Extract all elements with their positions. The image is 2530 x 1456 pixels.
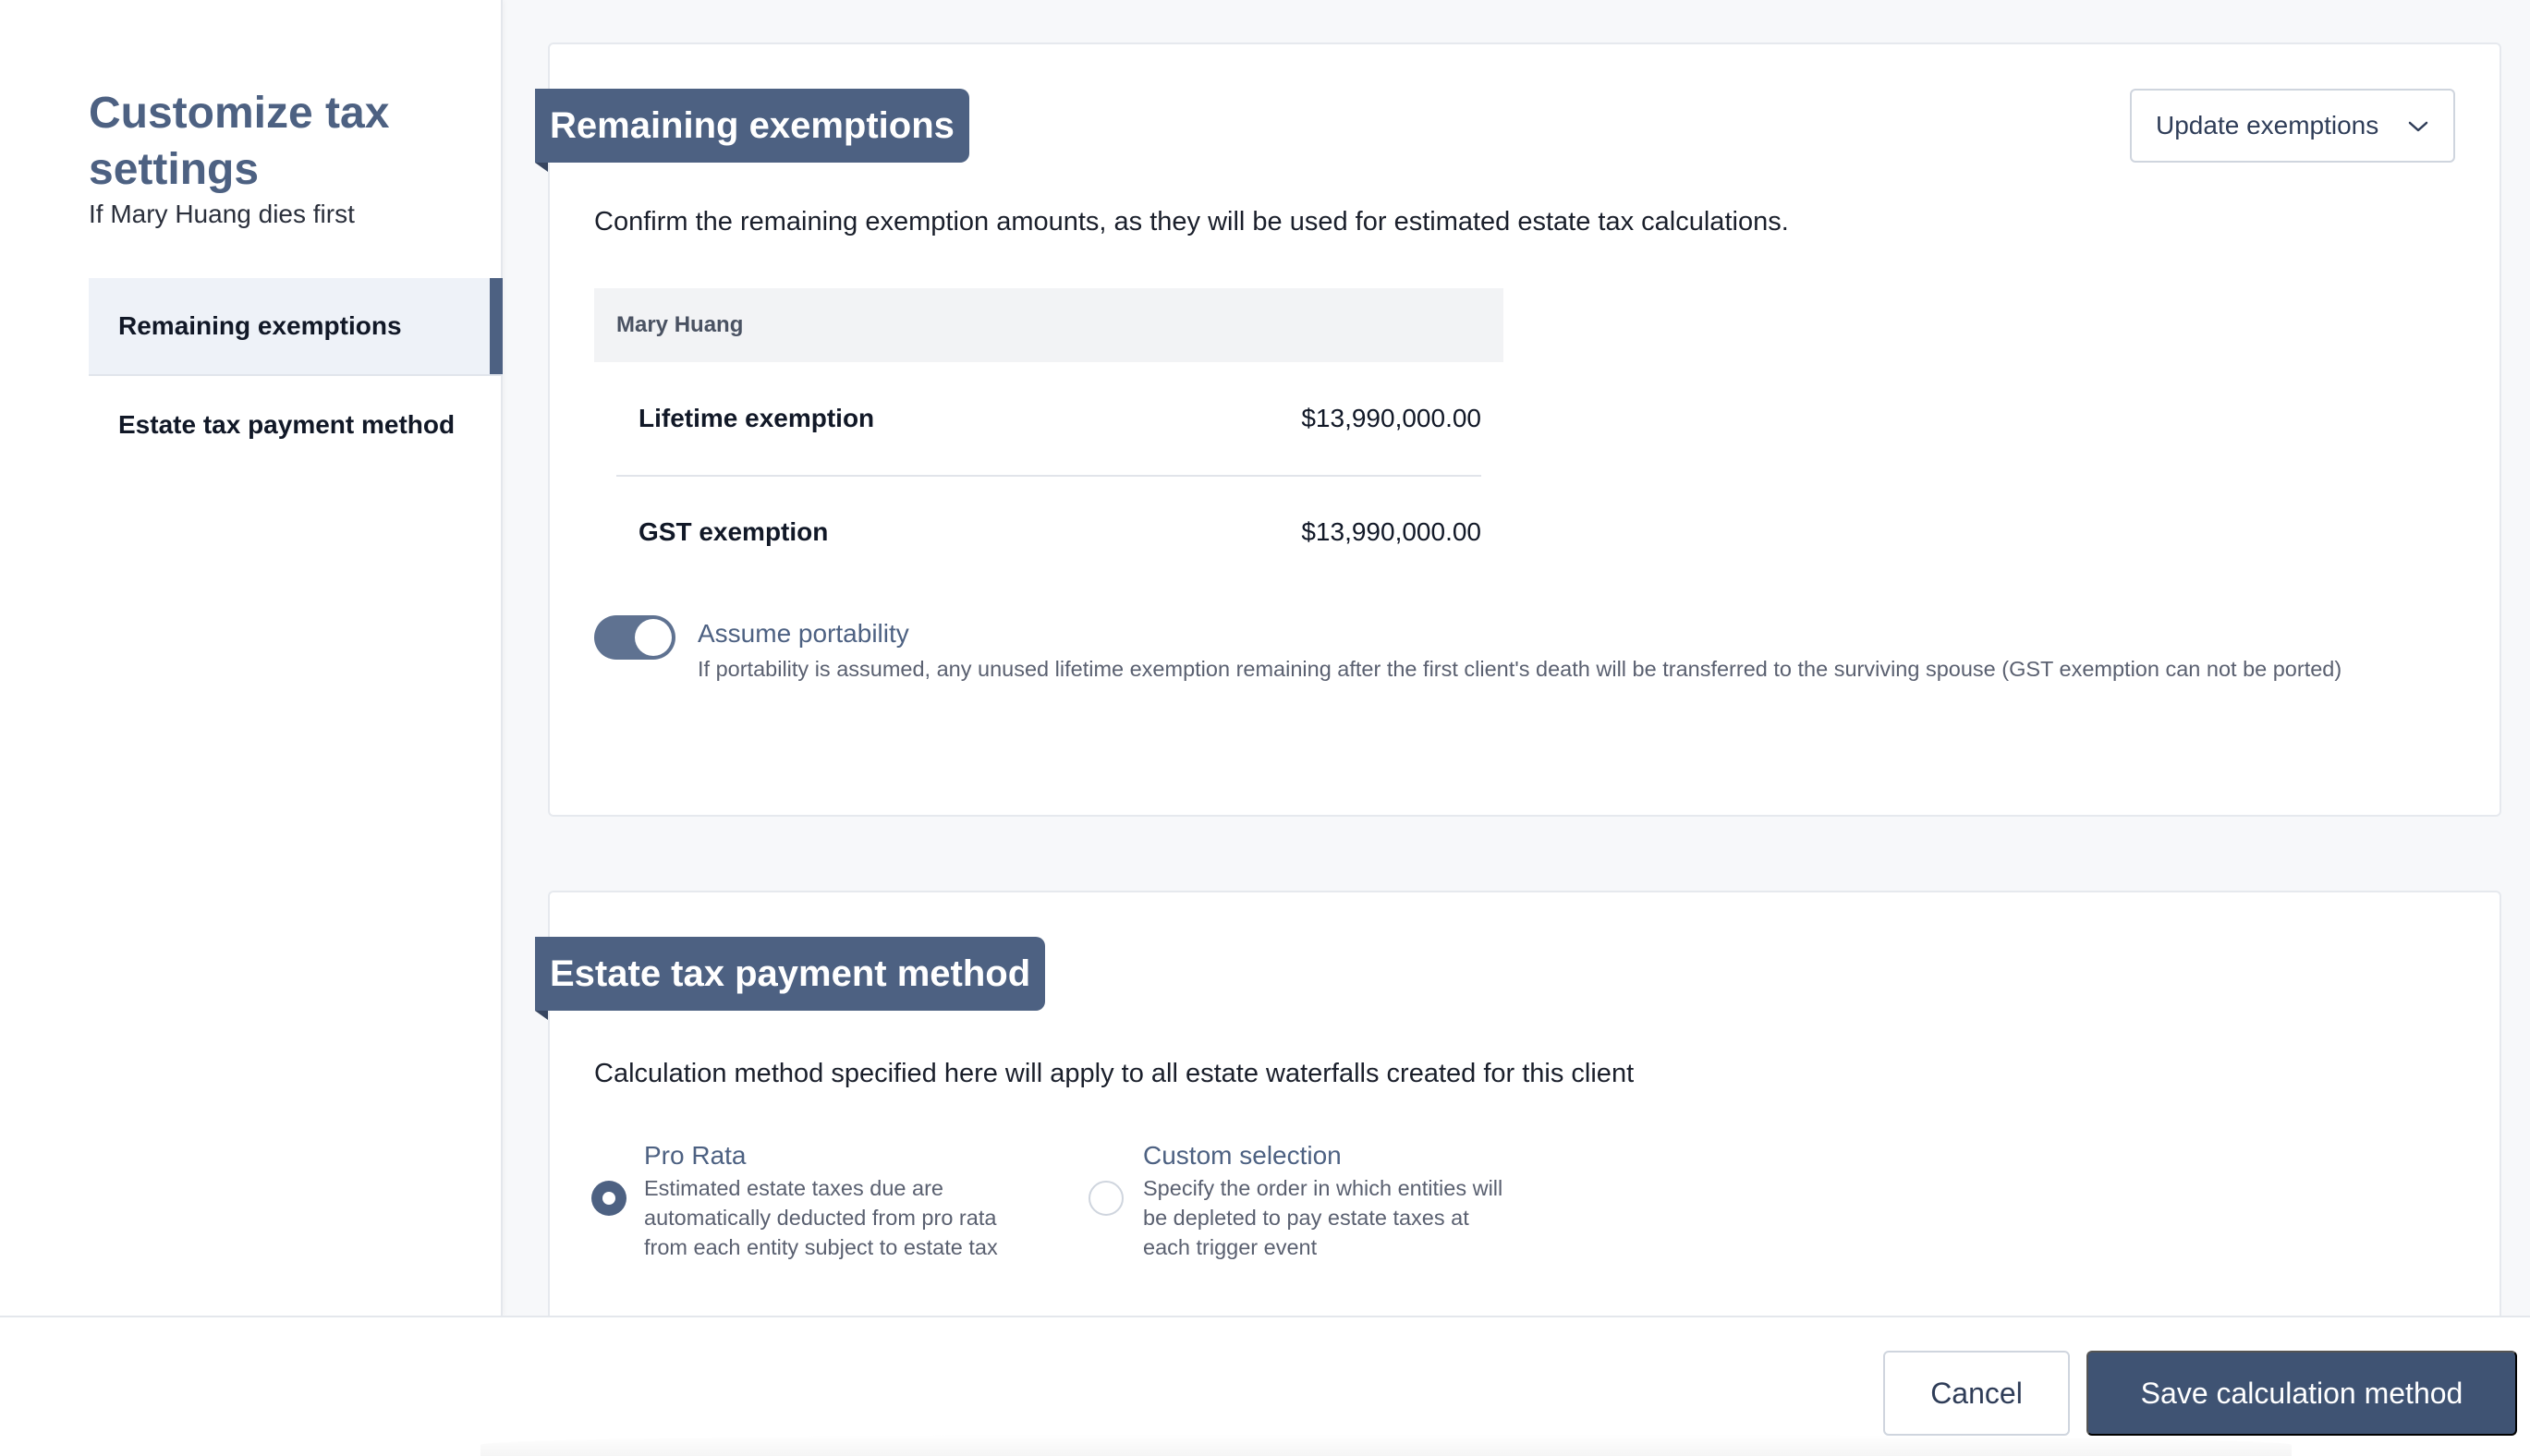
payment-method-description: Calculation method specified here will a… — [594, 1059, 1635, 1088]
pro-rata-radio[interactable] — [591, 1181, 626, 1216]
remaining-exemptions-card: Remaining exemptions Update exemptions C… — [535, 42, 2501, 817]
update-exemptions-dropdown[interactable]: Update exemptions — [2130, 89, 2455, 163]
sidebar: Customize tax settings If Mary Huang die… — [0, 0, 503, 1316]
modal-footer: Cancel Save calculation method — [0, 1316, 2530, 1456]
sidebar-nav: Remaining exemptions Estate tax payment … — [89, 278, 503, 474]
chevron-down-icon — [2407, 111, 2429, 140]
assume-portability-help: If portability is assumed, any unused li… — [698, 657, 2342, 681]
row-value: $13,990,000.00 — [1301, 404, 1481, 432]
estate-tax-payment-card: Estate tax payment method Calculation me… — [535, 891, 2501, 1334]
assume-portability-label: Assume portability — [698, 619, 909, 648]
sidebar-item-remaining-exemptions[interactable]: Remaining exemptions — [89, 278, 503, 376]
footer-shadow — [480, 1434, 2292, 1456]
assume-portability-toggle[interactable] — [594, 615, 675, 660]
toggle-knob — [635, 619, 672, 656]
table-row: Lifetime exemption $13,990,000.00 — [616, 362, 1481, 475]
table-header-person: Mary Huang — [594, 288, 1503, 362]
exemptions-description: Confirm the remaining exemption amounts,… — [594, 207, 1789, 237]
custom-selection-radio[interactable] — [1089, 1181, 1124, 1216]
cancel-button[interactable]: Cancel — [1883, 1351, 2070, 1436]
custom-selection-title: Custom selection — [1143, 1141, 1342, 1170]
row-value: $13,990,000.00 — [1301, 517, 1481, 546]
pro-rata-title: Pro Rata — [644, 1141, 747, 1170]
update-exemptions-label: Update exemptions — [2156, 111, 2379, 140]
pro-rata-description: Estimated estate taxes due are automatic… — [644, 1176, 998, 1259]
section-heading-estate-tax-payment: Estate tax payment method — [535, 937, 1046, 1020]
section-heading-remaining-exemptions: Remaining exemptions — [535, 89, 969, 172]
sidebar-item-estate-tax-payment-method[interactable]: Estate tax payment method — [89, 376, 503, 474]
page-title: Customize tax settings — [89, 89, 390, 194]
custom-selection-description: Specify the order in which entities will… — [1143, 1176, 1503, 1259]
save-calculation-method-button[interactable]: Save calculation method — [2086, 1351, 2517, 1436]
exemptions-table: Mary Huang Lifetime exemption $13,990,00… — [594, 288, 1503, 588]
row-label: GST exemption — [639, 517, 829, 546]
page-subtitle: If Mary Huang dies first — [89, 200, 355, 228]
table-row: GST exemption $13,990,000.00 — [616, 475, 1481, 588]
row-label: Lifetime exemption — [639, 404, 875, 432]
